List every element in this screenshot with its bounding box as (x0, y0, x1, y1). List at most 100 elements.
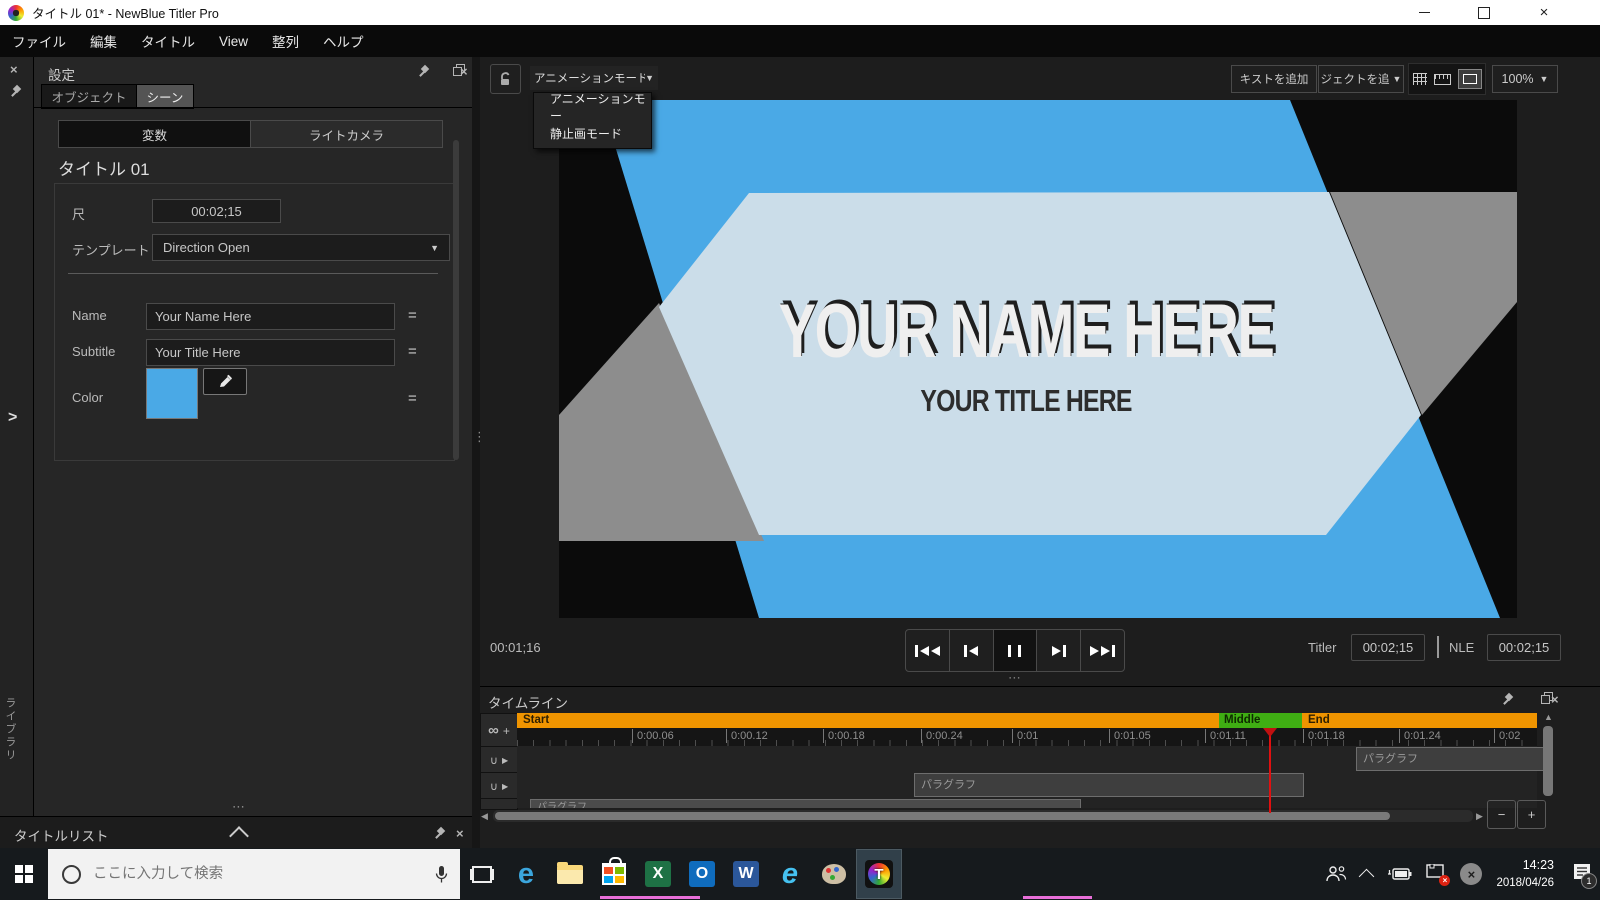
taskbar-app-internet-explorer[interactable]: e (768, 850, 812, 898)
taskbar-search-box[interactable] (48, 849, 460, 899)
ruler-toggle-icon[interactable] (1434, 74, 1451, 85)
timeline-close-icon[interactable]: × (1551, 693, 1559, 706)
settings-close-icon[interactable]: × (460, 65, 468, 78)
library-vertical-label[interactable]: ライブラリ (2, 697, 18, 762)
color-link-button[interactable]: = (408, 390, 417, 407)
timeline-zoom-in-button[interactable]: + (1517, 800, 1546, 829)
preview-canvas[interactable]: YOUR NAME HERE YOUR TITLE HERE (559, 100, 1517, 618)
track-header-3[interactable] (480, 798, 518, 810)
menu-align[interactable]: 整列 (260, 25, 311, 57)
name-input[interactable] (146, 303, 395, 330)
menu-item-animation-mode[interactable]: アニメーションモー (534, 93, 651, 120)
animation-mode-dropdown[interactable]: アニメーションモード ▼ (530, 66, 658, 90)
taskbar-app-excel[interactable]: X (636, 850, 680, 898)
go-to-end-button[interactable] (1080, 630, 1124, 671)
clip-paragraph-2[interactable]: パラグラフ (914, 773, 1304, 797)
menu-view[interactable]: View (207, 25, 260, 57)
subtitle-input[interactable] (146, 339, 395, 366)
hscroll-right-arrow-icon[interactable]: ▶ (1476, 811, 1483, 822)
people-icon[interactable] (1325, 865, 1347, 883)
menu-file[interactable]: ファイル (0, 25, 78, 57)
task-view-button[interactable] (460, 850, 504, 898)
grid-toggle-icon[interactable] (1413, 73, 1427, 85)
taskbar-app-paint[interactable] (812, 850, 856, 898)
timeline-track-1[interactable]: パラグラフ (517, 746, 1537, 773)
timeline-marker-bar[interactable]: Start Middle End (517, 713, 1537, 728)
marker-middle-segment[interactable]: Middle (1219, 713, 1302, 728)
track-header-1[interactable]: ∪ ▶ (480, 746, 518, 774)
start-button[interactable] (0, 850, 48, 898)
zoom-dropdown[interactable]: 100% ▼ (1492, 65, 1558, 93)
color-swatch[interactable] (146, 368, 198, 419)
taskbar-app-edge[interactable]: e (504, 850, 548, 898)
menu-item-still-mode[interactable]: 静止画モード (534, 120, 651, 147)
title-list-pin-icon[interactable] (434, 827, 445, 839)
rail-pin-icon[interactable] (10, 85, 21, 97)
go-to-start-button[interactable] (906, 630, 949, 671)
taskbar-clock[interactable]: 14:23 2018/04/26 (1496, 857, 1554, 891)
clip-paragraph-3[interactable]: パラグラフ (530, 799, 1081, 808)
taskbar-app-word[interactable]: W (724, 850, 768, 898)
timeline-vscrollbar-thumb[interactable] (1543, 726, 1553, 796)
safe-area-toggle-icon[interactable] (1458, 69, 1482, 89)
template-dropdown[interactable]: Direction Open ▼ (152, 234, 450, 261)
close-button[interactable]: × (1514, 0, 1574, 25)
lock-button[interactable] (490, 64, 521, 94)
menu-title[interactable]: タイトル (129, 25, 207, 57)
vscroll-up-arrow-icon[interactable]: ▲ (1544, 712, 1553, 722)
minimize-button[interactable] (1394, 0, 1454, 25)
sync-error-icon[interactable]: × (1460, 863, 1482, 885)
settings-scrollbar[interactable] (453, 140, 459, 460)
menu-edit[interactable]: 編集 (78, 25, 129, 57)
search-input[interactable] (91, 865, 435, 883)
action-center-button[interactable]: 1 (1572, 863, 1592, 885)
playhead-handle[interactable] (1263, 728, 1277, 744)
hidden-icons-chevron-icon[interactable] (1359, 868, 1375, 884)
taskbar-app-store[interactable] (592, 850, 636, 898)
name-link-button[interactable]: = (408, 307, 417, 324)
subtab-light-camera[interactable]: ライトカメラ (251, 121, 442, 147)
clip-paragraph-1[interactable]: パラグラフ (1356, 747, 1544, 771)
title-list-close-icon[interactable]: × (456, 827, 464, 840)
maximize-button[interactable] (1454, 0, 1514, 25)
subtitle-link-button[interactable]: = (408, 343, 417, 360)
rail-close-icon[interactable]: × (10, 63, 18, 76)
timeline-zoom-out-button[interactable]: − (1487, 800, 1516, 829)
preview-resize-handle-icon[interactable]: ⋯ (1008, 670, 1023, 686)
hscroll-thumb[interactable] (495, 812, 1390, 820)
add-object-button[interactable]: ジェクトを追▼ (1318, 65, 1404, 93)
titler-duration-field[interactable]: 00:02;15 (1351, 634, 1425, 661)
next-frame-button[interactable] (1036, 630, 1080, 671)
collapse-chevron-icon[interactable] (229, 826, 249, 846)
timeline-track-3[interactable]: パラグラフ (517, 798, 1537, 808)
taskbar-app-file-explorer[interactable] (548, 850, 592, 898)
tab-object[interactable]: オブジェクト (41, 84, 137, 109)
panel-splitter[interactable]: ⋮ (472, 57, 480, 848)
battery-icon[interactable] (1386, 867, 1412, 881)
microphone-icon[interactable] (435, 865, 448, 884)
tab-scene[interactable]: シーン (136, 84, 194, 109)
settings-resize-handle-icon[interactable]: ⋯ (232, 799, 247, 815)
add-text-button[interactable]: キストを追加 (1231, 65, 1317, 93)
timeline-hscrollbar[interactable] (493, 810, 1473, 822)
hscroll-left-arrow-icon[interactable]: ◀ (481, 811, 488, 822)
taskbar-app-titler-pro-active[interactable]: T (856, 849, 902, 899)
pause-button[interactable] (993, 630, 1037, 671)
timeline-pin-icon[interactable] (1502, 693, 1513, 705)
eyedropper-button[interactable] (203, 368, 247, 395)
menu-help[interactable]: ヘルプ (311, 25, 376, 57)
timeline-ruler[interactable]: 0:00.06 0:00.12 0:00.18 0:00.24 0:01 0:0… (517, 728, 1537, 746)
lock-open-icon (499, 72, 512, 87)
rail-expand-chevron-icon[interactable]: > (8, 409, 17, 427)
settings-pin-icon[interactable] (418, 65, 429, 77)
nle-duration-field[interactable]: 00:02;15 (1487, 634, 1561, 661)
timeline-track-2[interactable]: パラグラフ (517, 772, 1537, 799)
duration-field[interactable]: 00:02;15 (152, 199, 281, 223)
track-header-2[interactable]: ∪ ▶ (480, 772, 518, 800)
bar-shape (915, 645, 918, 657)
display-error-icon[interactable]: × (1426, 864, 1446, 884)
previous-frame-button[interactable] (949, 630, 993, 671)
track-header-master[interactable]: ∞ + (480, 713, 518, 748)
subtab-variables[interactable]: 変数 (59, 121, 251, 147)
taskbar-app-outlook[interactable]: O (680, 850, 724, 898)
